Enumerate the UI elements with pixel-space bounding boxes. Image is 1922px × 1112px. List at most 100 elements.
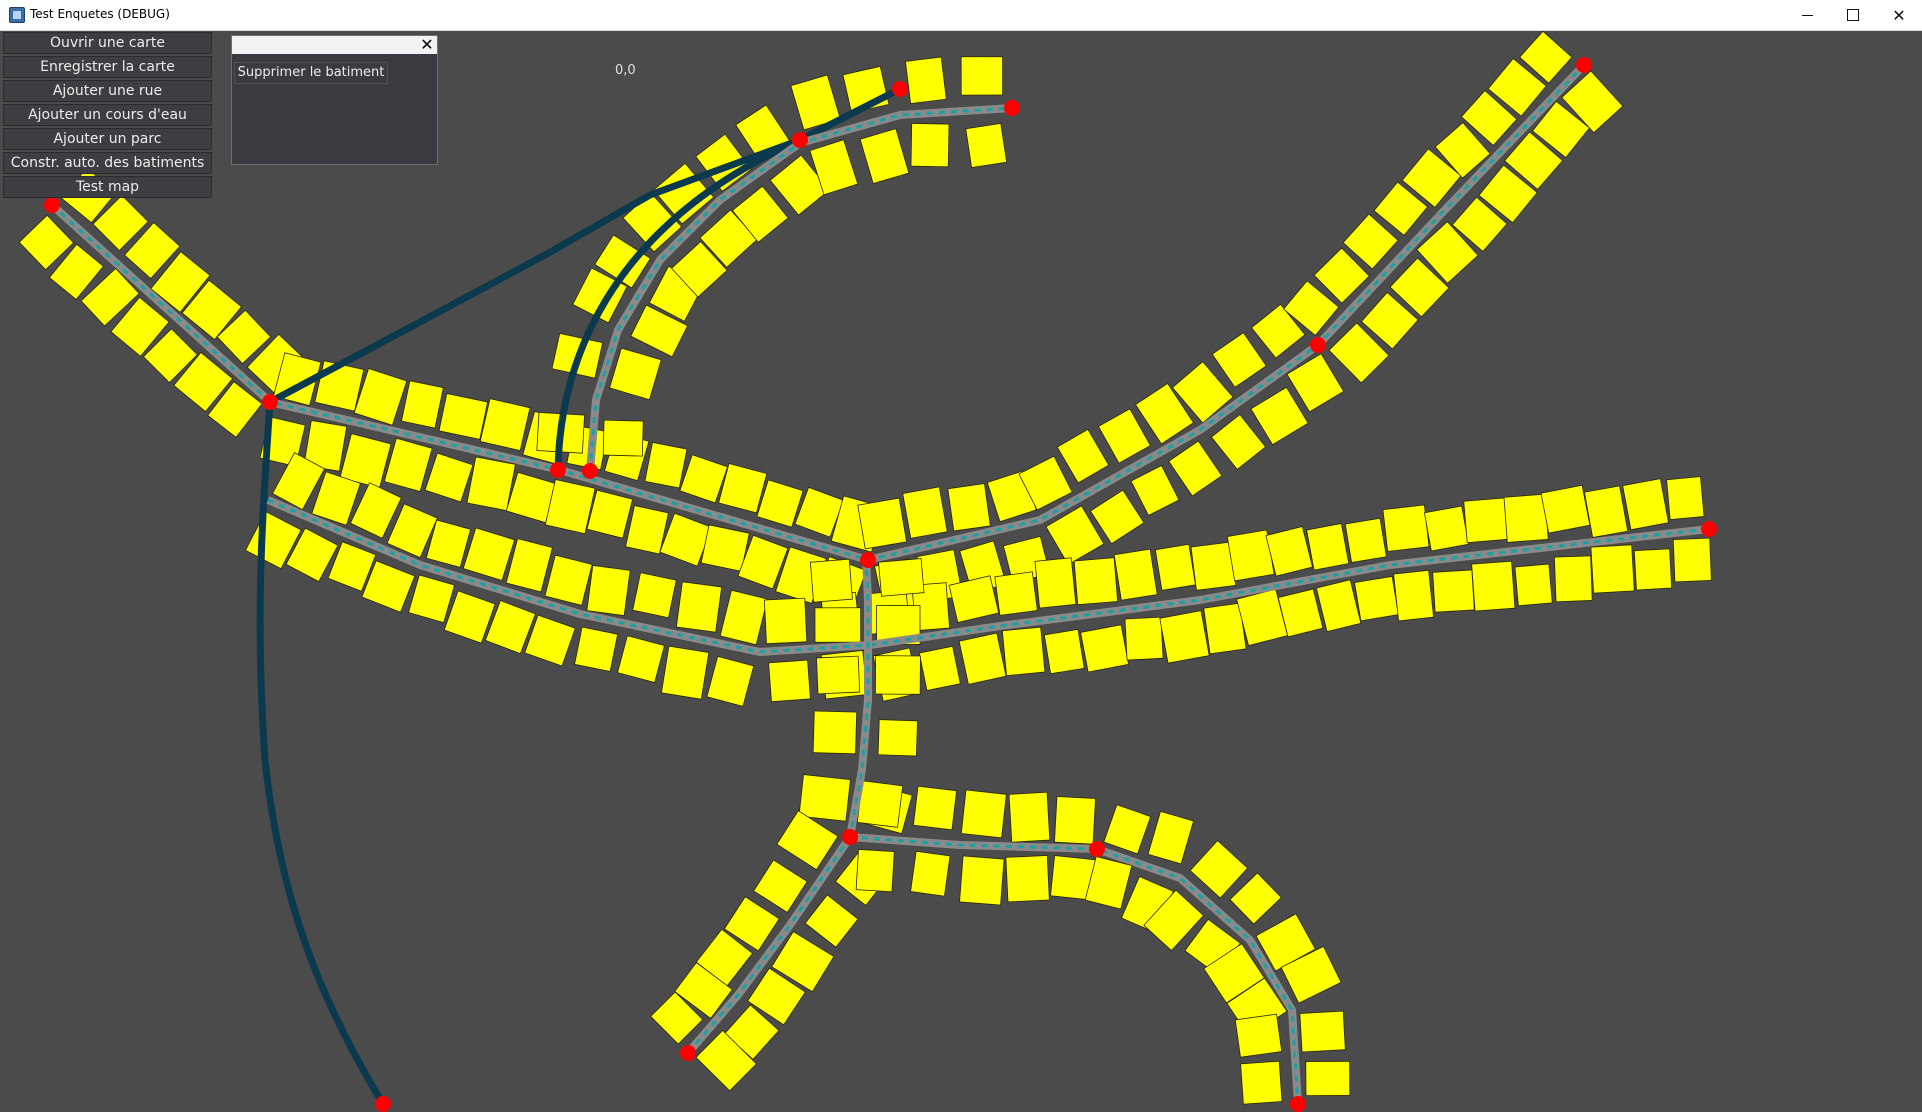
building[interactable] — [1159, 610, 1210, 664]
building[interactable] — [857, 497, 908, 550]
building[interactable] — [1590, 544, 1635, 594]
building[interactable] — [874, 655, 921, 695]
building[interactable] — [1583, 485, 1629, 538]
control-node[interactable] — [1576, 57, 1592, 73]
open-map-button[interactable]: Ouvrir une carte — [3, 32, 212, 54]
popup-close-icon[interactable]: ✕ — [419, 36, 435, 54]
building[interactable] — [438, 393, 489, 440]
building[interactable] — [574, 626, 619, 672]
building[interactable] — [855, 849, 895, 893]
control-node[interactable] — [1290, 1096, 1306, 1112]
control-node[interactable] — [1089, 841, 1105, 857]
building[interactable] — [877, 719, 918, 757]
building[interactable] — [1001, 626, 1046, 677]
building[interactable] — [960, 789, 1007, 839]
map-canvas[interactable] — [0, 31, 1922, 1112]
building[interactable] — [814, 607, 862, 643]
building[interactable] — [959, 855, 1005, 906]
building[interactable] — [816, 655, 861, 695]
building[interactable] — [812, 710, 858, 755]
building[interactable] — [960, 56, 1004, 96]
building[interactable] — [958, 632, 1007, 685]
building[interactable] — [1229, 872, 1282, 925]
control-node[interactable] — [792, 132, 808, 148]
map-drawing[interactable] — [0, 31, 1922, 1112]
save-map-button[interactable]: Enregistrer la carte — [3, 56, 212, 78]
building[interactable] — [1043, 629, 1085, 675]
building[interactable] — [1344, 517, 1387, 563]
building[interactable] — [632, 572, 677, 619]
control-node[interactable] — [582, 463, 598, 479]
control-node[interactable] — [680, 1045, 696, 1061]
building[interactable] — [424, 452, 474, 503]
building[interactable] — [383, 437, 433, 492]
building[interactable] — [768, 659, 811, 703]
building[interactable] — [856, 780, 904, 828]
building[interactable] — [902, 486, 948, 539]
building[interactable] — [1073, 557, 1119, 606]
building[interactable] — [1423, 505, 1470, 552]
building[interactable] — [910, 850, 951, 897]
building[interactable] — [706, 655, 755, 707]
control-node[interactable] — [1701, 521, 1717, 537]
control-node[interactable] — [842, 829, 858, 845]
building[interactable] — [401, 380, 444, 429]
building[interactable] — [466, 456, 516, 512]
popup-titlebar[interactable]: ✕ — [232, 36, 437, 54]
building[interactable] — [479, 398, 531, 452]
building[interactable] — [1354, 575, 1399, 622]
building[interactable] — [1666, 476, 1705, 521]
building[interactable] — [918, 645, 961, 691]
building[interactable] — [1211, 332, 1267, 388]
building[interactable] — [910, 123, 950, 168]
building[interactable] — [904, 56, 947, 105]
building[interactable] — [1168, 440, 1223, 497]
building[interactable] — [1240, 1060, 1283, 1105]
building[interactable] — [1034, 557, 1077, 609]
building[interactable] — [1672, 537, 1712, 583]
maximize-button[interactable] — [1830, 0, 1876, 30]
close-button[interactable]: ✕ — [1876, 0, 1922, 30]
building[interactable] — [1005, 855, 1050, 903]
building[interactable] — [1054, 796, 1096, 845]
building[interactable] — [644, 441, 688, 489]
building[interactable] — [1463, 497, 1509, 544]
building[interactable] — [1147, 810, 1195, 865]
building[interactable] — [675, 581, 723, 633]
add-park-button[interactable]: Ajouter un parc — [3, 128, 212, 150]
building[interactable] — [1540, 484, 1591, 534]
building[interactable] — [1305, 1060, 1351, 1097]
building[interactable] — [965, 122, 1008, 169]
building[interactable] — [1306, 523, 1350, 571]
auto-build-buildings-button[interactable]: Constr. auto. des batiments — [3, 152, 212, 174]
building[interactable] — [1080, 624, 1130, 673]
building[interactable] — [1210, 413, 1267, 471]
building[interactable] — [1514, 563, 1553, 607]
building[interactable] — [505, 538, 553, 593]
building[interactable] — [1234, 1013, 1283, 1058]
building[interactable] — [1299, 1010, 1346, 1053]
building[interactable] — [878, 558, 925, 597]
delete-building-button[interactable]: Supprimer le batiment — [234, 62, 388, 84]
building[interactable] — [1553, 555, 1593, 603]
control-node[interactable] — [1310, 337, 1326, 353]
building[interactable] — [544, 554, 593, 606]
control-node[interactable] — [550, 462, 566, 478]
add-street-button[interactable]: Ajouter une rue — [3, 80, 212, 102]
minimize-button[interactable] — [1784, 0, 1830, 30]
control-node[interactable] — [262, 394, 278, 410]
building[interactable] — [1633, 548, 1673, 591]
building[interactable] — [1130, 465, 1180, 516]
control-node[interactable] — [860, 552, 876, 568]
building[interactable] — [947, 483, 991, 532]
building[interactable] — [602, 419, 644, 457]
building[interactable] — [1154, 543, 1196, 591]
control-node[interactable] — [375, 1096, 391, 1112]
building[interactable] — [1056, 428, 1110, 484]
building[interactable] — [1103, 804, 1152, 855]
control-node[interactable] — [892, 81, 908, 97]
building[interactable] — [1622, 478, 1669, 531]
building[interactable] — [994, 571, 1038, 616]
building[interactable] — [586, 489, 634, 539]
building[interactable] — [1382, 504, 1430, 552]
